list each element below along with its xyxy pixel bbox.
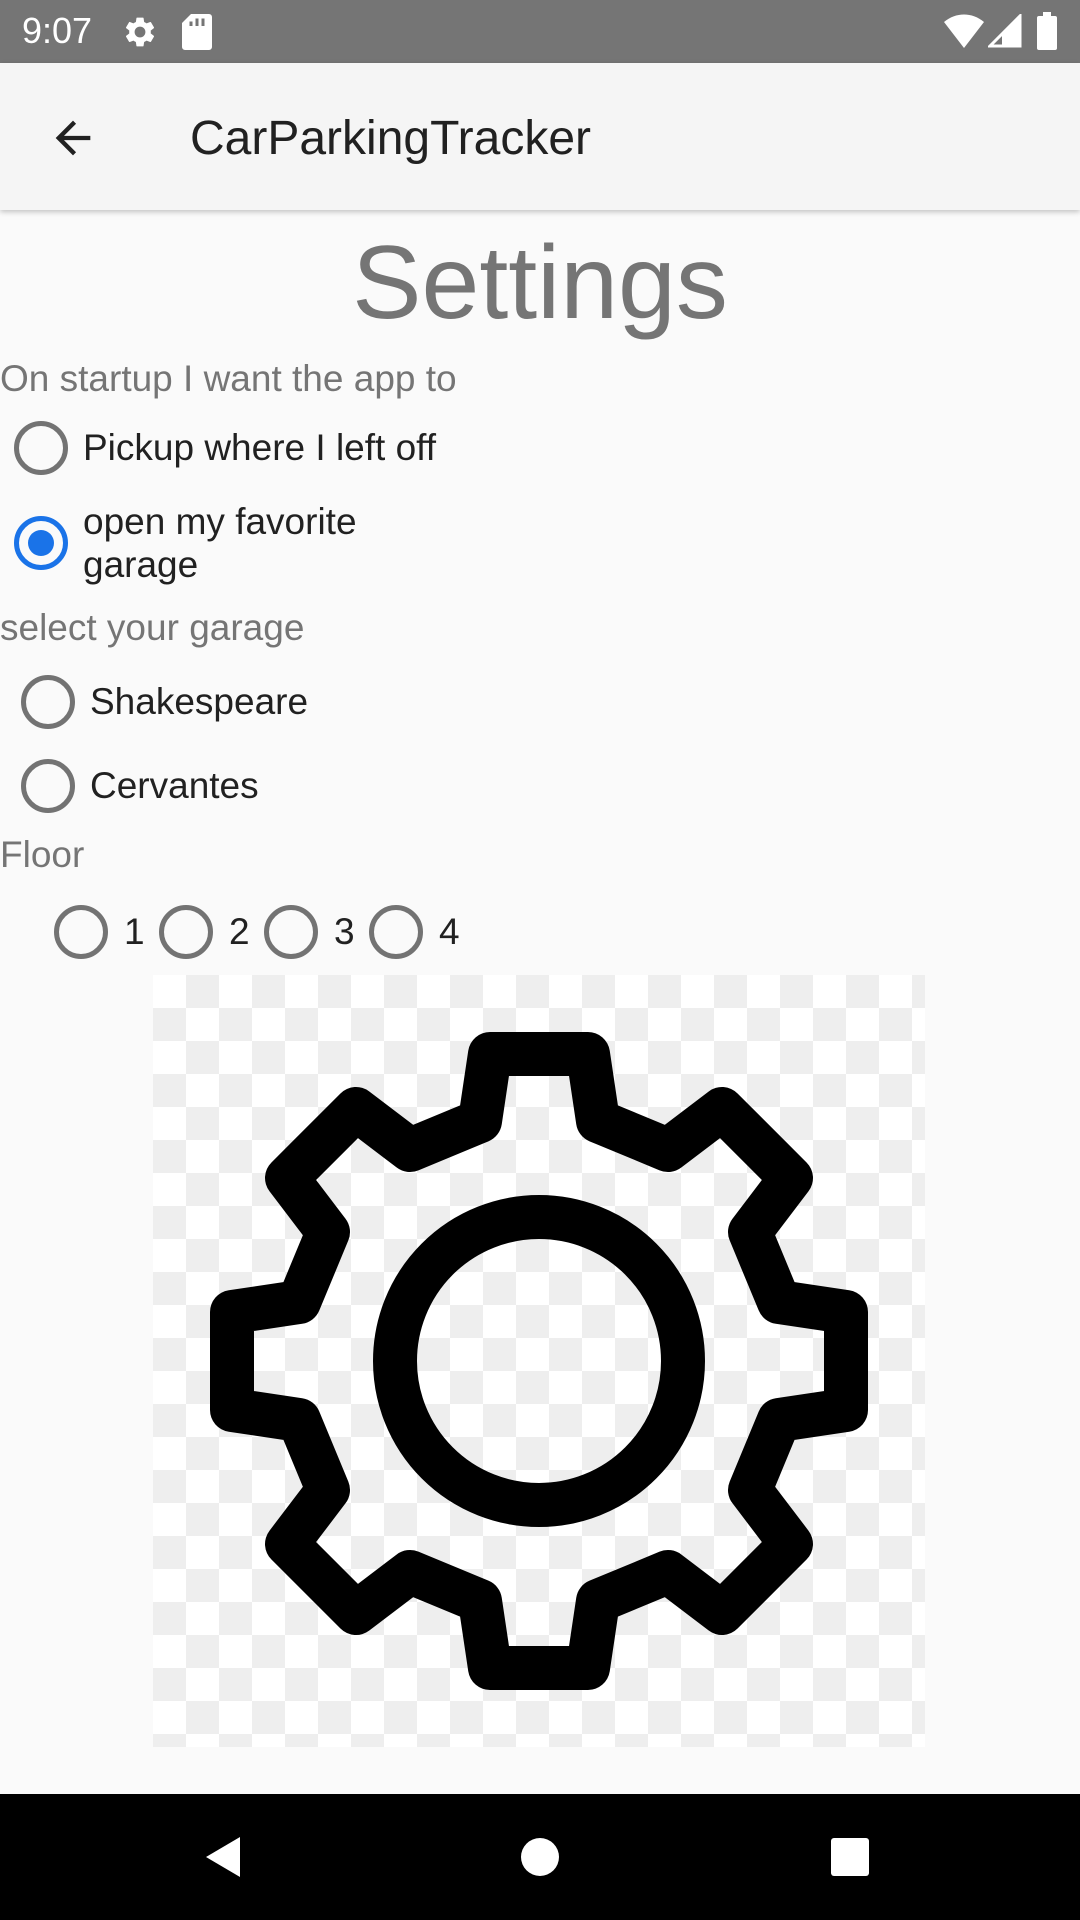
cell-signal-icon <box>986 12 1022 53</box>
radio-label: Pickup where I left off <box>83 427 437 468</box>
page-title: Settings <box>352 225 728 341</box>
navigation-bar <box>0 1794 1080 1920</box>
radio-label: 3 <box>334 911 355 952</box>
status-time: 9:07 <box>22 10 93 51</box>
battery-icon <box>1036 12 1058 55</box>
gear-icon <box>210 1032 868 1690</box>
back-button[interactable] <box>28 103 118 173</box>
app-bar: CarParkingTracker <box>0 63 1080 210</box>
radio-option-floor-3[interactable]: 3 <box>264 905 355 959</box>
radio-option-cervantes[interactable]: Cervantes <box>21 759 259 813</box>
nav-back-button[interactable] <box>179 1812 269 1902</box>
radio-option-shakespeare[interactable]: Shakespeare <box>21 675 308 729</box>
radio-button[interactable] <box>54 905 108 959</box>
radio-button[interactable] <box>369 905 423 959</box>
radio-option-favorite-garage[interactable]: open my favorite garage <box>14 500 357 586</box>
radio-option-floor-2[interactable]: 2 <box>159 905 250 959</box>
radio-option-floor-1[interactable]: 1 <box>54 905 145 959</box>
sd-card-icon <box>182 14 212 55</box>
nav-home-button[interactable] <box>495 1812 585 1902</box>
radio-button[interactable] <box>21 675 75 729</box>
radio-button[interactable] <box>159 905 213 959</box>
status-bar: 9:07 <box>0 0 1080 63</box>
radio-label: 1 <box>124 911 145 952</box>
arrow-back-icon <box>55 120 91 156</box>
startup-label: On startup I want the app to <box>0 358 457 399</box>
radio-button-checked[interactable] <box>14 516 68 570</box>
radio-label: open my favorite garage <box>83 501 357 585</box>
wifi-icon <box>944 14 984 53</box>
gear-icon <box>122 14 158 55</box>
floor-label: Floor <box>0 834 85 875</box>
recents-square-icon <box>831 1838 869 1876</box>
radio-option-pickup[interactable]: Pickup where I left off <box>14 421 436 475</box>
radio-label: 2 <box>229 911 250 952</box>
home-circle-icon <box>521 1838 559 1876</box>
radio-label: 4 <box>439 911 460 952</box>
radio-button[interactable] <box>264 905 318 959</box>
nav-recents-button[interactable] <box>805 1812 895 1902</box>
radio-button[interactable] <box>21 759 75 813</box>
radio-option-floor-4[interactable]: 4 <box>369 905 460 959</box>
radio-label: Cervantes <box>90 765 259 806</box>
app-title: CarParkingTracker <box>190 112 591 165</box>
settings-image <box>153 975 925 1747</box>
garage-label: select your garage <box>0 607 305 648</box>
radio-label: Shakespeare <box>90 681 309 722</box>
back-triangle-icon <box>206 1837 240 1877</box>
radio-button[interactable] <box>14 421 68 475</box>
